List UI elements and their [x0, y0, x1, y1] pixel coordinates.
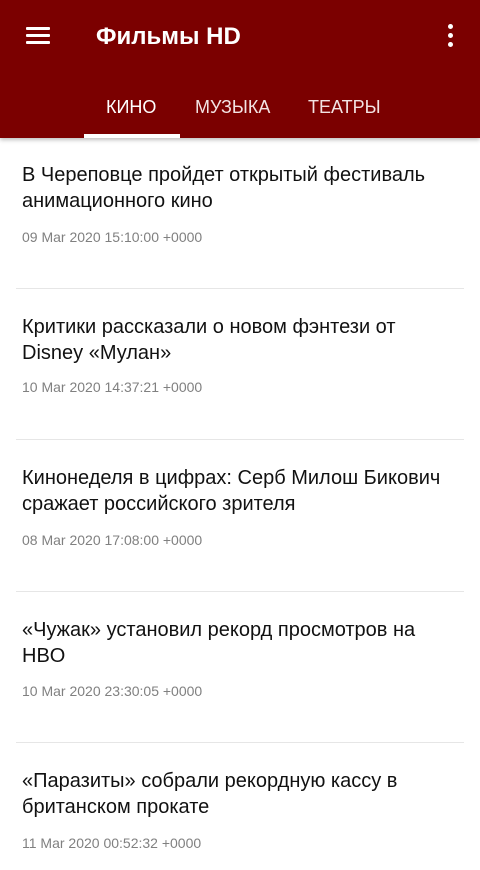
- news-date: 08 Mar 2020 17:08:00 +0000: [22, 532, 203, 548]
- news-title: «Чужак» установил рекорд просмотров на H…: [22, 619, 416, 667]
- tab-muzyka[interactable]: МУЗЫКА: [195, 96, 270, 118]
- news-date: 11 Mar 2020 00:52:32 +0000: [22, 835, 202, 851]
- app-bar: Фильмы HD КИНО МУЗЫКА ТЕАТРЫ: [0, 0, 480, 138]
- news-title: Критики рассказали о новом фэнтези от Di…: [22, 316, 396, 364]
- app-screen: Фильмы HD КИНО МУЗЫКА ТЕАТРЫ В Череповце…: [0, 0, 480, 870]
- news-date: 09 Mar 2020 15:10:00 +0000: [22, 229, 203, 245]
- tab-kino[interactable]: КИНО: [106, 96, 156, 118]
- news-title: В Череповце пройдет открытый фестиваль а…: [22, 164, 426, 212]
- news-date: 10 Mar 2020 14:37:21 +0000: [22, 379, 203, 395]
- divider: [16, 439, 464, 440]
- divider: [16, 591, 464, 592]
- hamburger-menu-icon[interactable]: [26, 27, 50, 45]
- more-vert-icon[interactable]: [446, 24, 454, 50]
- app-title: Фильмы HD: [96, 23, 241, 50]
- news-title: Кинонеделя в цифрах: Серб Милош Бикович …: [22, 467, 441, 515]
- active-tab-indicator: [84, 134, 180, 138]
- divider: [16, 742, 464, 743]
- news-date: 10 Mar 2020 23:30:05 +0000: [22, 683, 203, 699]
- news-title: «Паразиты» собрали рекордную кассу в бри…: [22, 770, 398, 818]
- divider: [16, 288, 464, 289]
- tab-teatry[interactable]: ТЕАТРЫ: [308, 96, 381, 118]
